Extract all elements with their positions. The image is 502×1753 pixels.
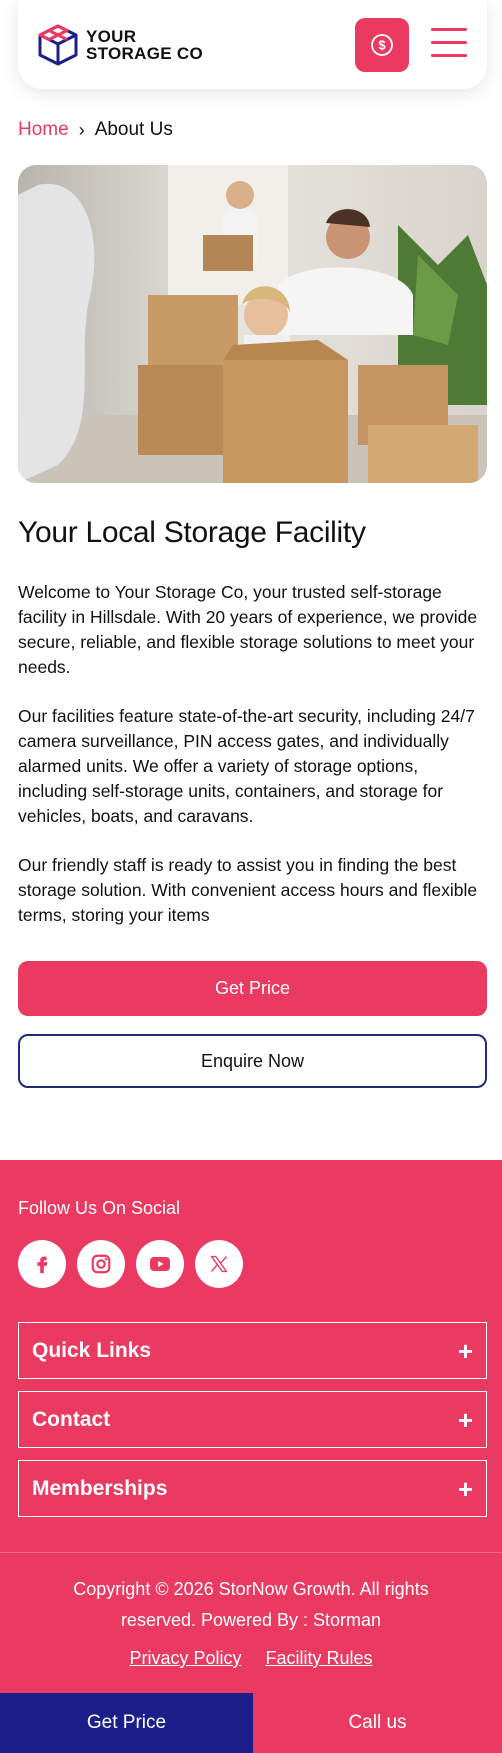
legal-links: Privacy Policy Facility Rules xyxy=(0,1648,502,1669)
accordion-label: Quick Links xyxy=(32,1338,152,1362)
plus-icon: + xyxy=(457,1473,473,1504)
quick-links-accordion[interactable]: Quick Links + xyxy=(18,1322,487,1379)
breadcrumb: Home › About Us xyxy=(18,119,173,141)
chevron-right-icon: › xyxy=(78,119,85,140)
privacy-policy-link[interactable]: Privacy Policy xyxy=(129,1648,241,1669)
footer-divider xyxy=(0,1552,502,1553)
follow-us-heading: Follow Us On Social xyxy=(18,1198,181,1218)
logo-line-2: STORAGE CO xyxy=(86,44,203,63)
get-price-icon-button[interactable]: $ xyxy=(355,18,409,72)
x-twitter-icon[interactable] xyxy=(195,1240,243,1288)
bottom-get-price-button[interactable]: Get Price xyxy=(0,1693,253,1753)
social-links xyxy=(18,1240,254,1288)
logo-line-1: YOUR xyxy=(86,27,137,46)
copyright-text: Copyright © 2026 StorNow Growth. All rig… xyxy=(73,1579,429,1630)
memberships-accordion[interactable]: Memberships + xyxy=(18,1460,487,1517)
accordion-label: Contact xyxy=(32,1407,111,1431)
plus-icon: + xyxy=(457,1404,473,1435)
sticky-action-bar: Get Price Call us xyxy=(0,1693,502,1753)
family-moving-boxes-photo xyxy=(18,165,487,483)
staff-paragraph: Our friendly staff is ready to assist yo… xyxy=(18,855,478,925)
contact-accordion[interactable]: Contact + xyxy=(18,1391,487,1448)
plus-icon: + xyxy=(457,1335,473,1366)
svg-text:$: $ xyxy=(378,38,386,53)
hamburger-menu-icon[interactable] xyxy=(431,26,469,60)
bottom-call-us-button[interactable]: Call us xyxy=(253,1693,502,1753)
facility-rules-link[interactable]: Facility Rules xyxy=(266,1648,373,1669)
site-footer: Follow Us On Social Quick Links + Contac… xyxy=(0,1160,502,1693)
instagram-icon[interactable] xyxy=(77,1240,125,1288)
page-title: Your Local Storage Facility xyxy=(18,516,366,549)
get-price-button[interactable]: Get Price xyxy=(18,961,487,1016)
facebook-icon[interactable] xyxy=(18,1240,66,1288)
enquire-now-button[interactable]: Enquire Now xyxy=(18,1034,487,1088)
intro-paragraph: Welcome to Your Storage Co, your trusted… xyxy=(18,582,478,677)
breadcrumb-home-link[interactable]: Home xyxy=(18,119,69,141)
site-header: YOUR STORAGE CO $ xyxy=(18,0,487,89)
site-logo[interactable]: YOUR STORAGE CO xyxy=(36,22,203,68)
facilities-paragraph: Our facilities feature state-of-the-art … xyxy=(18,706,475,826)
storage-box-logo-icon xyxy=(38,24,78,66)
accordion-label: Memberships xyxy=(32,1476,168,1500)
dollar-coin-icon: $ xyxy=(371,34,393,56)
breadcrumb-current: About Us xyxy=(94,119,173,140)
youtube-icon[interactable] xyxy=(136,1240,184,1288)
